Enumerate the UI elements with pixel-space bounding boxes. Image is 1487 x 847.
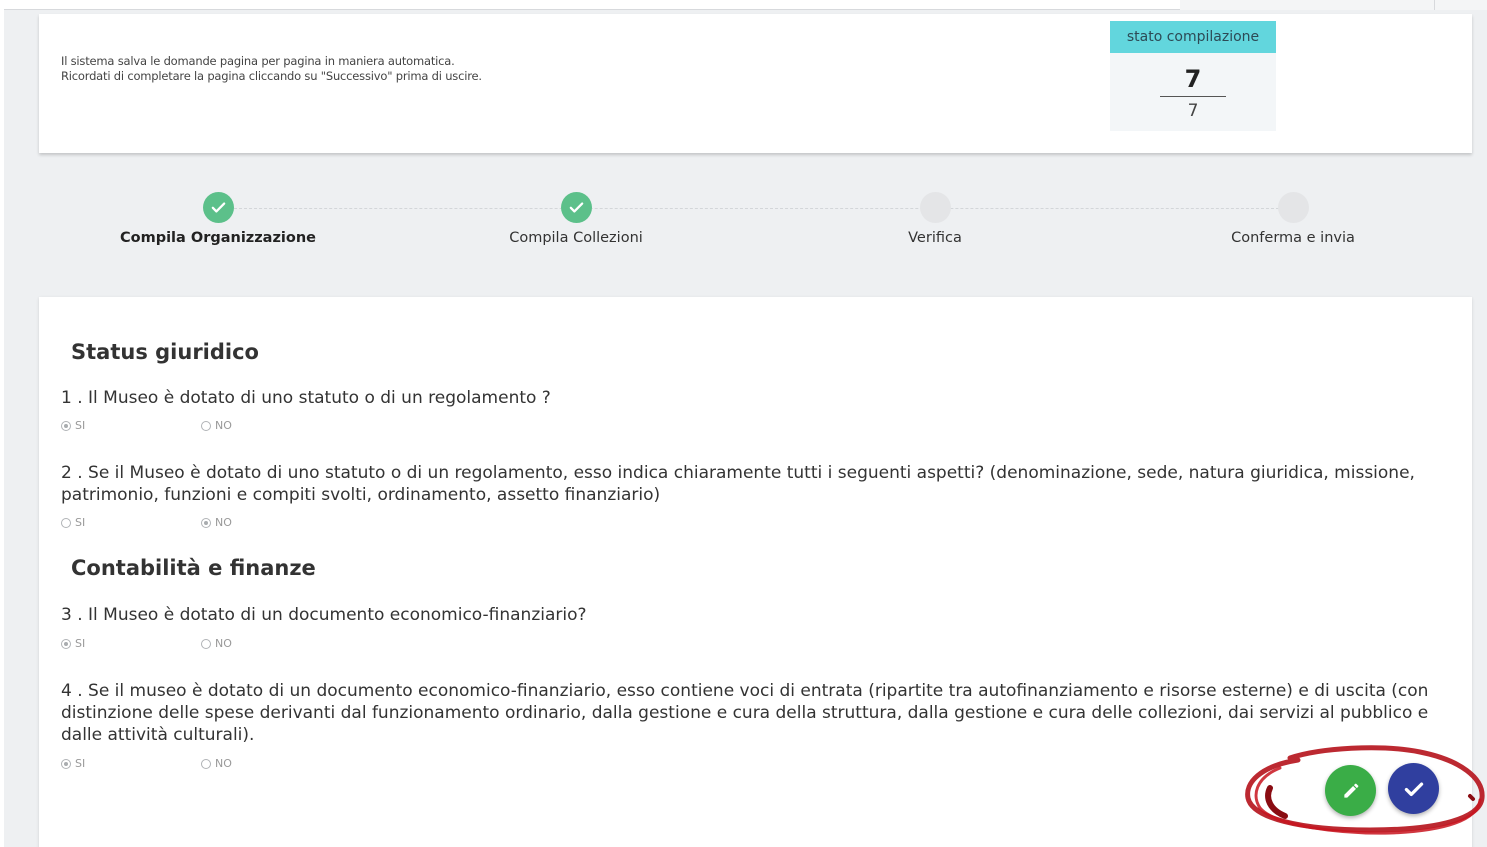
step-pending-dot	[919, 192, 951, 223]
question-text: Il Museo è dotato di un documento econom…	[88, 605, 587, 625]
top-strip	[0, 0, 1487, 10]
progress-stepper: Compila Organizzazione Compila Collezion…	[39, 192, 1472, 262]
radio-no[interactable]: NO	[201, 516, 232, 529]
step-label: Compila Organizzazione	[120, 230, 316, 246]
radio-no[interactable]: NO	[201, 637, 232, 650]
radio-circle-icon	[61, 517, 71, 528]
radio-label: NO	[215, 637, 232, 650]
fraction-divider	[1160, 96, 1226, 97]
radio-si[interactable]: SI	[61, 637, 85, 650]
step-compila-collezioni[interactable]: Compila Collezioni	[426, 192, 726, 246]
step-check-icon	[560, 192, 592, 223]
radio-si[interactable]: SI	[61, 419, 85, 432]
top-bar-divider	[1434, 0, 1435, 10]
completion-status-box: stato compilazione 7 7	[1110, 21, 1276, 131]
question-1: 1 . Il Museo è dotato di uno statuto o d…	[61, 387, 1451, 409]
radio-circle-icon	[61, 758, 71, 769]
question-4: 4 . Se il museo è dotato di un documento…	[61, 680, 1451, 746]
section-title: Contabilità e finanze	[71, 556, 316, 580]
radio-circle-icon	[61, 420, 71, 431]
question-text: Se il museo è dotato di un documento eco…	[61, 681, 1429, 745]
completed-count: 7	[1184, 65, 1202, 93]
radio-label: SI	[75, 516, 86, 529]
edit-button[interactable]	[1325, 765, 1376, 816]
radio-label: NO	[215, 516, 232, 529]
radio-no[interactable]: NO	[201, 419, 232, 432]
step-label: Verifica	[908, 230, 962, 246]
radio-no[interactable]: NO	[201, 757, 232, 770]
question-number: 3 .	[61, 605, 83, 625]
info-line-2: Ricordati di completare la pagina clicca…	[61, 69, 482, 83]
stepper-connector	[234, 208, 1294, 209]
radio-circle-icon	[201, 517, 211, 528]
top-bar-left	[0, 0, 1180, 10]
info-line-1: Il sistema salva le domande pagina per p…	[61, 54, 455, 68]
step-check-icon	[202, 192, 234, 223]
radio-circle-icon	[201, 420, 211, 431]
step-verifica[interactable]: Verifica	[785, 192, 1085, 246]
autosave-info: Il sistema salva le domande pagina per p…	[61, 54, 482, 84]
radio-label: NO	[215, 757, 232, 770]
radio-label: SI	[75, 757, 86, 770]
question-number: 1 .	[61, 388, 83, 408]
question-2: 2 . Se il Museo è dotato di uno statuto …	[61, 462, 1451, 506]
step-pending-dot	[1277, 192, 1309, 223]
radio-si[interactable]: SI	[61, 757, 85, 770]
radio-circle-icon	[201, 758, 211, 769]
step-conferma-e-invia[interactable]: Conferma e invia	[1143, 192, 1443, 246]
pencil-icon	[1343, 783, 1358, 798]
radio-circle-icon	[61, 638, 71, 649]
step-compila-organizzazione[interactable]: Compila Organizzazione	[68, 192, 368, 246]
left-edge	[0, 0, 4, 847]
question-3: 3 . Il Museo è dotato di un documento ec…	[61, 604, 1451, 626]
question-text: Il Museo è dotato di uno statuto o di un…	[88, 388, 551, 408]
radio-label: SI	[75, 637, 86, 650]
completion-status-label: stato compilazione	[1110, 21, 1276, 53]
section-title: Status giuridico	[71, 340, 259, 364]
question-text: Se il Museo è dotato di uno statuto o di…	[61, 463, 1415, 505]
radio-si[interactable]: SI	[61, 516, 85, 529]
step-label: Conferma e invia	[1231, 230, 1355, 246]
total-count: 7	[1187, 101, 1199, 121]
header-card: Il sistema salva le domande pagina per p…	[39, 14, 1472, 153]
question-number: 2 .	[61, 463, 83, 483]
check-icon	[1404, 782, 1423, 796]
confirm-button[interactable]	[1388, 763, 1439, 814]
radio-label: NO	[215, 419, 232, 432]
step-label: Compila Collezioni	[509, 230, 643, 246]
question-number: 4 .	[61, 681, 83, 701]
radio-label: SI	[75, 419, 86, 432]
radio-circle-icon	[201, 638, 211, 649]
